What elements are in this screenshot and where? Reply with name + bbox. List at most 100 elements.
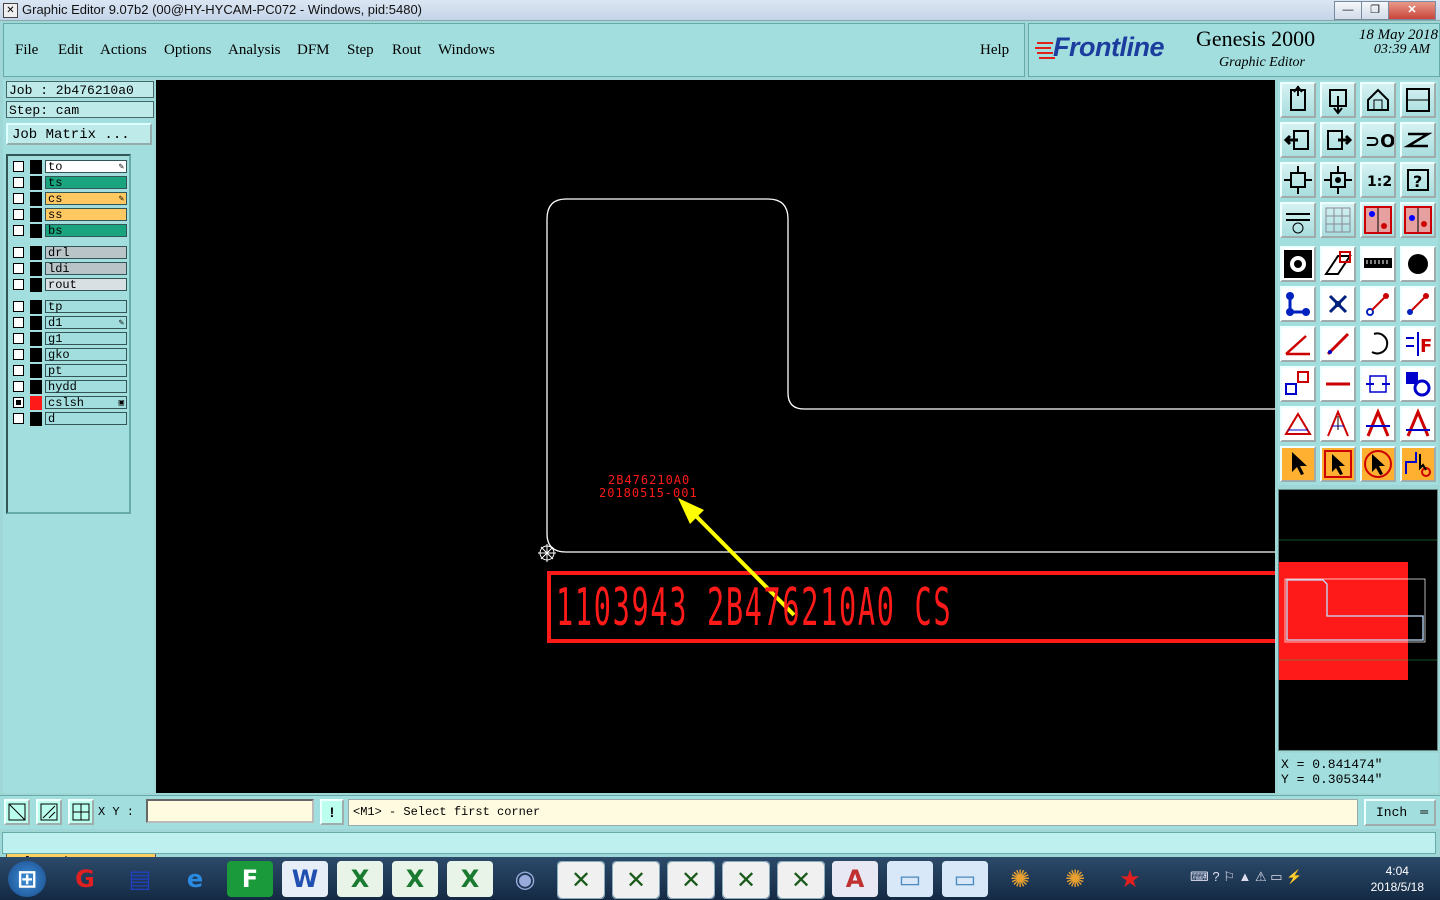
layer-name[interactable]: g1 xyxy=(45,332,127,346)
layer-color-swatch[interactable] xyxy=(30,160,42,174)
move-icon[interactable] xyxy=(1280,366,1316,402)
layer-name[interactable]: ss xyxy=(45,208,127,222)
layer-checkbox[interactable] xyxy=(13,317,24,328)
layer-checkbox[interactable] xyxy=(13,279,24,290)
layer-row-rout[interactable]: rout xyxy=(10,278,128,292)
save-icon[interactable]: ▤ xyxy=(117,861,163,897)
pan-left-icon[interactable] xyxy=(1280,122,1316,158)
units-selector[interactable]: Inch ═ xyxy=(1364,799,1436,826)
ruler-icon[interactable] xyxy=(1360,246,1396,282)
angle-icon[interactable] xyxy=(1280,326,1316,362)
maximize-icon[interactable]: ❐ xyxy=(1361,1,1389,20)
ie-icon[interactable]: e xyxy=(172,861,218,897)
zoom-box-icon[interactable] xyxy=(4,799,30,825)
redraw-icon[interactable] xyxy=(1400,122,1436,158)
screen-icon[interactable]: ▭ xyxy=(887,861,933,897)
cross-icon[interactable] xyxy=(1320,286,1356,322)
excel-icon[interactable]: X xyxy=(392,861,438,897)
layer-color-swatch[interactable] xyxy=(30,208,42,222)
layer-name[interactable]: gko xyxy=(45,348,127,362)
shapes-icon[interactable] xyxy=(1400,366,1436,402)
star-icon[interactable]: ★ xyxy=(1107,861,1153,897)
layer-name[interactable]: drl xyxy=(45,246,127,260)
layer-checkbox[interactable] xyxy=(13,161,24,172)
layer-checkbox[interactable] xyxy=(13,225,24,236)
layer-checkbox[interactable] xyxy=(13,333,24,344)
start-icon[interactable]: ⊞ xyxy=(4,861,50,897)
tray-icons[interactable]: ⌨ ? ⚐ ▲ ⚠ ▭ ⚡ xyxy=(1190,869,1302,885)
pan-right-icon[interactable] xyxy=(1320,122,1356,158)
overview-window[interactable] xyxy=(1278,489,1438,751)
layer-row-to[interactable]: to ✎ xyxy=(10,160,128,174)
layer-name[interactable]: d1 ✎ xyxy=(45,316,127,330)
fit-profile-icon[interactable] xyxy=(1320,162,1356,198)
xnote-icon[interactable]: ✕ xyxy=(722,861,770,899)
layer-row-d1[interactable]: d1 ✎ xyxy=(10,316,128,330)
layer-color-swatch[interactable] xyxy=(30,176,42,190)
surface-icon[interactable] xyxy=(1320,246,1356,282)
job-matrix-button[interactable]: Job Matrix ... xyxy=(6,123,152,145)
xnote-icon[interactable]: ✕ xyxy=(777,861,825,899)
layer-checkbox[interactable] xyxy=(13,349,24,360)
dot-icon[interactable] xyxy=(1400,246,1436,282)
genesis-icon[interactable]: G xyxy=(62,861,108,897)
excel-icon[interactable]: X xyxy=(337,861,383,897)
layer-row-g1[interactable]: g1 xyxy=(10,332,128,346)
graphic-editor-icon[interactable]: ✕ xyxy=(3,3,18,18)
menu-rout[interactable]: Rout xyxy=(392,42,421,59)
minus-icon[interactable] xyxy=(1320,366,1356,402)
zoom-back-icon[interactable]: ⊃O xyxy=(1360,122,1396,158)
xnote-icon[interactable]: ✕ xyxy=(667,861,715,899)
xy-input[interactable] xyxy=(146,799,314,823)
layer-checkbox[interactable] xyxy=(13,247,24,258)
text-a-red-icon[interactable] xyxy=(1360,406,1396,442)
layer-row-ldi[interactable]: ldi xyxy=(10,262,128,276)
doc-icon[interactable]: A xyxy=(832,861,878,897)
layer-row-d[interactable]: d xyxy=(10,412,128,426)
layer-color-swatch[interactable] xyxy=(30,278,42,292)
layer-name[interactable]: bs xyxy=(45,224,127,238)
layer-row-gko[interactable]: gko xyxy=(10,348,128,362)
triangle-icon[interactable] xyxy=(1280,406,1316,442)
layer-name[interactable]: tp xyxy=(45,300,127,314)
layer-row-drl[interactable]: drl xyxy=(10,246,128,260)
layer-name[interactable]: pt xyxy=(45,364,127,378)
screen-icon[interactable]: ▭ xyxy=(942,861,988,897)
close-icon[interactable]: ✕ xyxy=(1388,1,1436,20)
layer-name[interactable]: rout xyxy=(45,278,127,292)
scale-1-2-icon[interactable]: 1:2 xyxy=(1360,162,1396,198)
menu-file[interactable]: File xyxy=(15,42,38,59)
snap-red-2-icon[interactable] xyxy=(1400,202,1436,238)
select-boxed-icon[interactable] xyxy=(1320,446,1356,482)
select-circle-icon[interactable] xyxy=(1360,446,1396,482)
layer-checkbox[interactable] xyxy=(13,413,24,424)
alert-icon[interactable]: ! xyxy=(320,799,344,825)
zoom-window-icon[interactable] xyxy=(1400,82,1436,118)
layer-color-swatch[interactable] xyxy=(30,300,42,314)
flip-icon[interactable]: F xyxy=(1400,326,1436,362)
snap-red-icon[interactable] xyxy=(1360,202,1396,238)
menu-options[interactable]: Options xyxy=(164,42,212,59)
layer-checkbox[interactable] xyxy=(13,193,24,204)
layer-color-swatch[interactable] xyxy=(30,192,42,206)
frontline-f-icon[interactable]: F xyxy=(227,861,273,897)
shell-icon[interactable]: ✺ xyxy=(997,861,1043,897)
layer-color-swatch[interactable] xyxy=(30,380,42,394)
zoom-home-house-icon[interactable] xyxy=(1360,82,1396,118)
layer-row-pt[interactable]: pt xyxy=(10,364,128,378)
layer-row-tp[interactable]: tp xyxy=(10,300,128,314)
select-icon[interactable] xyxy=(1280,446,1316,482)
pad-icon[interactable] xyxy=(1280,246,1316,282)
menu-windows[interactable]: Windows xyxy=(438,42,495,59)
word-icon[interactable]: W xyxy=(282,861,328,897)
menu-help[interactable]: Help xyxy=(980,42,1009,59)
excel-icon[interactable]: X xyxy=(447,861,493,897)
line-icon[interactable] xyxy=(1360,286,1396,322)
layer-checkbox[interactable] xyxy=(13,301,24,312)
layer-color-swatch[interactable] xyxy=(30,396,42,410)
system-clock[interactable]: 4:04 2018/5/18 xyxy=(1371,863,1424,895)
layer-row-ts[interactable]: ts xyxy=(10,176,128,190)
menu-analysis[interactable]: Analysis xyxy=(228,42,281,59)
shell-icon[interactable]: ✺ xyxy=(1052,861,1098,897)
text-a-icon[interactable] xyxy=(1320,406,1356,442)
